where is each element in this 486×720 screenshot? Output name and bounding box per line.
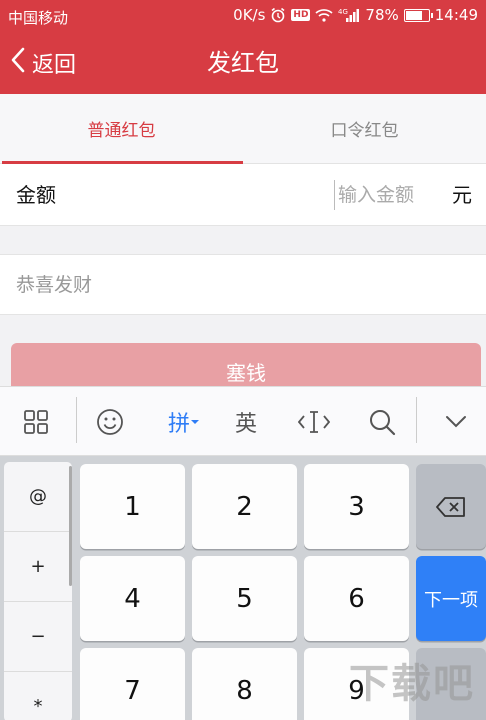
english-mode-button[interactable]: 英 bbox=[216, 387, 276, 457]
search-icon[interactable] bbox=[352, 387, 412, 457]
carrier-name: 中国移动 bbox=[8, 9, 69, 27]
status-bar: 中国移动 0K/s HD 4G 78% 14:49 bbox=[0, 0, 486, 32]
symbol-key-at[interactable]: @ bbox=[4, 462, 72, 532]
backspace-key[interactable] bbox=[416, 464, 486, 549]
amount-unit: 元 bbox=[452, 183, 472, 207]
amount-row: 金额 元 bbox=[0, 164, 486, 226]
symbol-key-asterisk[interactable]: * bbox=[4, 672, 72, 720]
key-2[interactable]: 2 bbox=[192, 464, 297, 549]
toolbar-divider bbox=[416, 397, 417, 443]
key-3[interactable]: 3 bbox=[304, 464, 409, 549]
message-input[interactable] bbox=[16, 255, 466, 314]
cursor-move-icon[interactable] bbox=[284, 387, 344, 457]
key-6[interactable]: 6 bbox=[304, 556, 409, 641]
back-label: 返回 bbox=[32, 53, 77, 78]
pinyin-label: 拼 bbox=[167, 412, 190, 437]
svg-text:4G: 4G bbox=[338, 8, 348, 16]
hd-badge: HD bbox=[291, 9, 311, 21]
chevron-left-icon bbox=[10, 47, 26, 79]
emoji-icon[interactable] bbox=[80, 387, 140, 457]
status-icons: 0K/s HD 4G 78% 14:49 bbox=[233, 6, 478, 24]
symbol-key-minus[interactable]: − bbox=[4, 602, 72, 672]
tab-password-red-packet[interactable]: 口令红包 bbox=[243, 94, 486, 164]
amount-label: 金额 bbox=[16, 183, 56, 207]
key-1[interactable]: 1 bbox=[80, 464, 185, 549]
pinyin-mode-button[interactable]: 拼 bbox=[154, 387, 214, 457]
tab-bar: 普通红包 口令红包 bbox=[0, 94, 486, 164]
signal-icon: 4G bbox=[338, 7, 360, 23]
key-8[interactable]: 8 bbox=[192, 648, 297, 720]
caret-down-icon bbox=[191, 420, 199, 424]
key-7[interactable]: 7 bbox=[80, 648, 185, 720]
grid-menu-icon[interactable] bbox=[6, 387, 66, 457]
amount-input[interactable] bbox=[334, 180, 440, 210]
battery-icon bbox=[403, 8, 433, 22]
network-speed: 0K/s bbox=[233, 6, 266, 24]
symbol-key-plus[interactable]: + bbox=[4, 532, 72, 602]
tab-normal-red-packet[interactable]: 普通红包 bbox=[0, 94, 243, 164]
alarm-icon bbox=[270, 7, 286, 23]
key-4[interactable]: 4 bbox=[80, 556, 185, 641]
back-button[interactable]: 返回 bbox=[10, 32, 76, 94]
collapse-keyboard-icon[interactable] bbox=[426, 387, 486, 457]
watermark: 下载吧 bbox=[349, 661, 475, 707]
backspace-icon bbox=[436, 496, 465, 517]
key-5[interactable]: 5 bbox=[192, 556, 297, 641]
wifi-icon bbox=[315, 8, 333, 22]
next-field-button[interactable]: 下一项 bbox=[416, 556, 486, 641]
symbol-column[interactable]: @ + − * bbox=[4, 462, 72, 720]
clock: 14:49 bbox=[434, 6, 478, 24]
toolbar-divider bbox=[76, 397, 77, 443]
battery-percent: 78% bbox=[365, 6, 399, 24]
message-row bbox=[0, 254, 486, 315]
keyboard-toolbar: 拼 英 bbox=[0, 386, 486, 456]
symbol-scrollbar[interactable] bbox=[69, 466, 72, 586]
header-bar: 返回 发红包 bbox=[0, 32, 486, 94]
